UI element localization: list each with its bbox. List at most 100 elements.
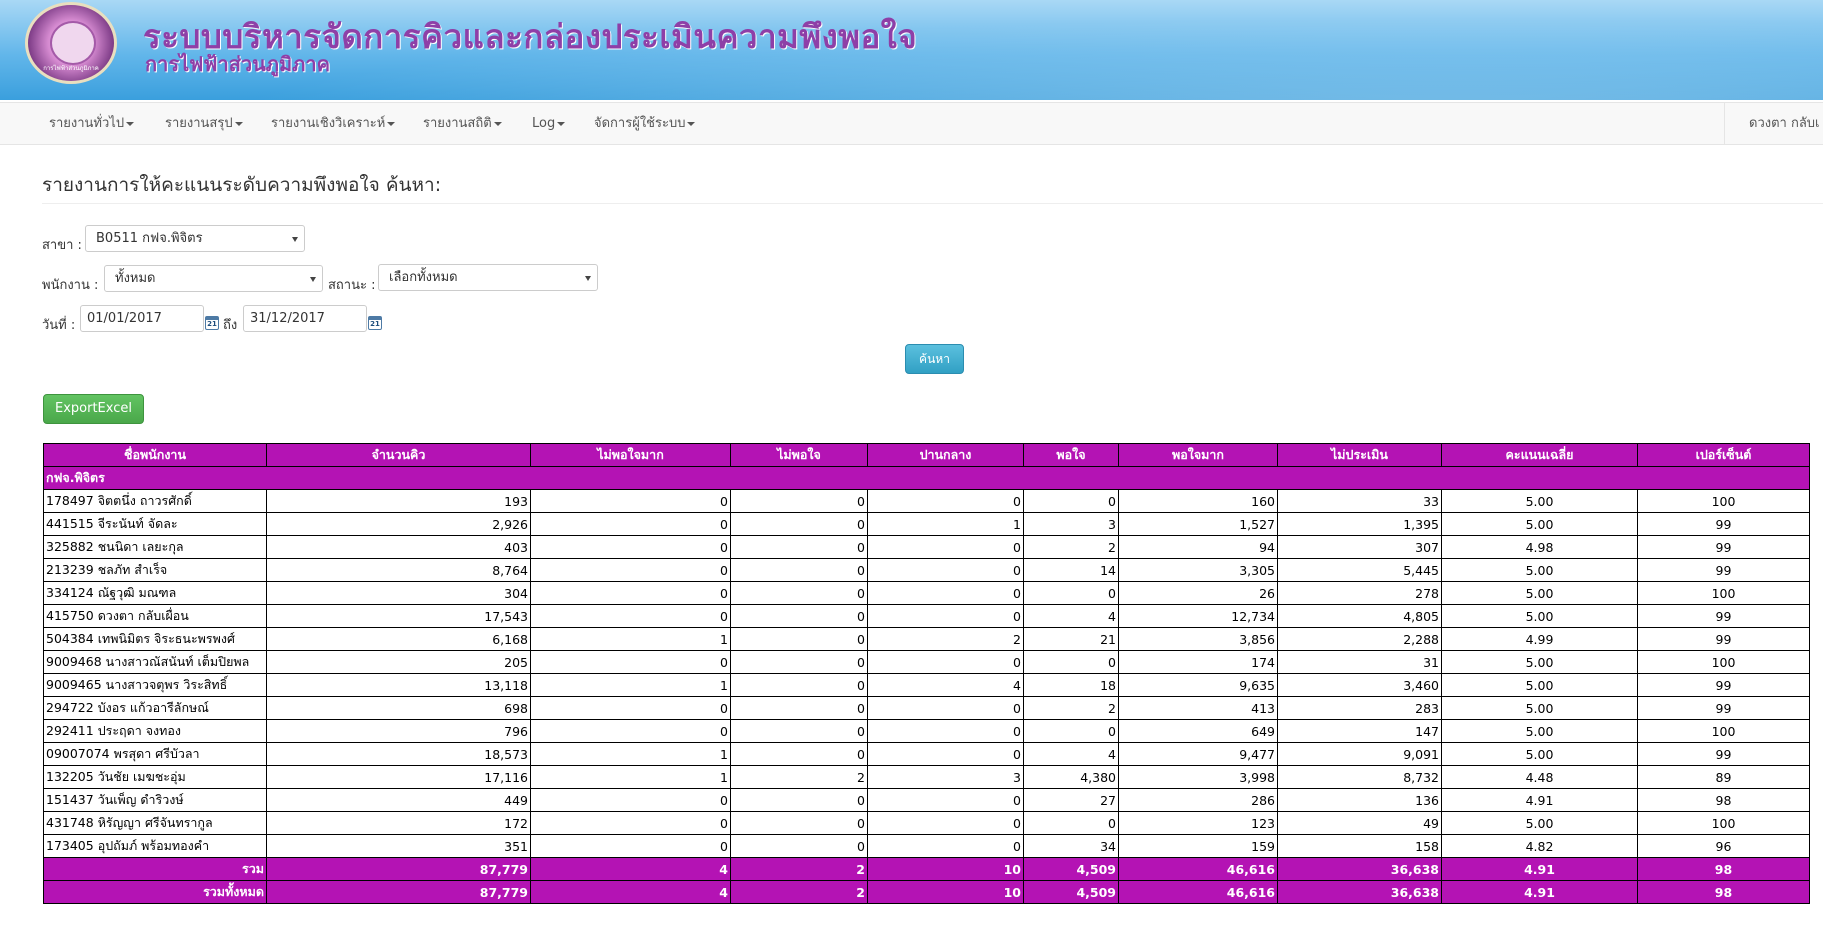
caret-down-icon: [493, 121, 502, 126]
table-cell: 0: [730, 558, 868, 582]
table-row: 334124 ณัฐวุฒิ มณฑล 304 0 0 0 0 26 278 5.00 100: [43, 581, 1810, 605]
table-cell: 3: [1023, 512, 1119, 536]
branch-select[interactable]: B0511 กฟจ.พิจิตร: [85, 225, 305, 252]
table-cell: 5.00: [1441, 512, 1638, 536]
table-cell: 0: [730, 489, 868, 513]
table-cell: 27: [1023, 788, 1119, 812]
table-cell: 0: [867, 719, 1024, 743]
table-cell: 0: [530, 834, 731, 858]
nav-summary-reports[interactable]: รายงานสรุป: [165, 103, 243, 144]
nav-general-reports[interactable]: รายงานทั่วไป: [49, 103, 135, 144]
app-subtitle: การไฟฟ้าส่วนภูมิภาค: [145, 52, 330, 76]
table-cell: 98: [1637, 880, 1810, 904]
table-cell: 94: [1118, 535, 1278, 559]
employee-name-cell: 09007074 พรสุดา ศรีบัวลา: [43, 742, 267, 766]
calendar-icon-day: 21: [370, 320, 380, 328]
nav-user-menu[interactable]: ดวงตา กลับเ: [1749, 103, 1820, 144]
table-cell: 9,635: [1118, 673, 1278, 697]
table-cell: 5.00: [1441, 696, 1638, 720]
table-cell: 0: [1023, 719, 1119, 743]
date-to-input[interactable]: 31/12/2017: [243, 305, 367, 332]
table-cell: 0: [1023, 489, 1119, 513]
table-cell: 99: [1637, 696, 1810, 720]
table-cell: 2: [730, 880, 868, 904]
employee-name-cell: 9009465 นางสาวจตุพร วิระสิทธิ์: [43, 673, 267, 697]
table-cell: 174: [1118, 650, 1278, 674]
caret-down-icon: [557, 121, 566, 126]
table-cell: 8,764: [266, 558, 531, 582]
page-title: รายงานการให้คะแนนระดับความพึงพอใจ ค้นหา:: [42, 174, 442, 196]
table-cell: 99: [1637, 627, 1810, 651]
table-cell: 4.91: [1441, 788, 1638, 812]
calendar-icon[interactable]: 21: [368, 316, 382, 330]
header-banner: การไฟฟ้าส่วนภูมิภาค ระบบบริหารจัดการคิวแ…: [0, 0, 1823, 100]
table-cell: 413: [1118, 696, 1278, 720]
caret-down-icon: [234, 121, 243, 126]
column-header: ชื่อพนักงาน: [43, 443, 267, 467]
search-button[interactable]: ค้นหา: [905, 344, 964, 374]
nav-label: Log: [532, 116, 556, 131]
table-cell: 205: [266, 650, 531, 674]
logo-text: การไฟฟ้าส่วนภูมิภาค: [43, 65, 99, 72]
nav-user-management[interactable]: จัดการผู้ใช้ระบบ: [594, 103, 696, 144]
table-cell: 96: [1637, 834, 1810, 858]
table-cell: 87,779: [266, 880, 531, 904]
status-select[interactable]: เลือกทั้งหมด: [378, 264, 598, 291]
table-cell: 10: [867, 857, 1024, 881]
table-cell: 0: [730, 581, 868, 605]
nav-label: รายงานทั่วไป: [49, 116, 125, 131]
nav-log[interactable]: Log: [532, 103, 566, 144]
table-cell: 2: [867, 627, 1024, 651]
table-cell: 0: [1023, 811, 1119, 835]
table-cell: 12,734: [1118, 604, 1278, 628]
calendar-icon[interactable]: 21: [205, 316, 219, 330]
table-cell: 1,527: [1118, 512, 1278, 536]
nav-analysis-reports[interactable]: รายงานเชิงวิเคราะห์: [271, 103, 396, 144]
caret-down-icon: [687, 121, 696, 126]
table-cell: 4.82: [1441, 834, 1638, 858]
nav-label: รายงานสถิติ: [423, 116, 492, 131]
table-cell: 36,638: [1277, 857, 1442, 881]
table-cell: 3: [867, 765, 1024, 789]
dropdown-arrow-icon: [310, 277, 316, 282]
employee-name-cell: 334124 ณัฐวุฒิ มณฑล: [43, 581, 267, 605]
table-cell: 4.48: [1441, 765, 1638, 789]
logo-emblem-icon: [50, 21, 96, 65]
employee-select[interactable]: ทั้งหมด: [104, 265, 323, 292]
table-cell: 0: [867, 742, 1024, 766]
table-cell: 1,395: [1277, 512, 1442, 536]
employee-name-cell: 504384 เทพนิมิตร จิระธนะพรพงศ์: [43, 627, 267, 651]
table-cell: 1: [867, 512, 1024, 536]
table-row: 441515 จีระนันท์ จัดละ 2,926 0 0 1 3 1,527 1,39…: [43, 512, 1810, 536]
table-cell: 0: [530, 581, 731, 605]
table-row: 09007074 พรสุดา ศรีบัวลา 18,573 1 0 0 4 9,477 9…: [43, 742, 1810, 766]
table-cell: 4,805: [1277, 604, 1442, 628]
date-from-input[interactable]: 01/01/2017: [80, 305, 204, 332]
table-cell: 1: [530, 627, 731, 651]
table-cell: 0: [730, 834, 868, 858]
table-cell: 403: [266, 535, 531, 559]
table-cell: 1: [530, 765, 731, 789]
table-cell: 1: [530, 742, 731, 766]
table-cell: 0: [530, 696, 731, 720]
nav-statistics-reports[interactable]: รายงานสถิติ: [423, 103, 502, 144]
employee-name-cell: 415750 ดวงตา กลับเผื่อน: [43, 604, 267, 628]
table-cell: 160: [1118, 489, 1278, 513]
table-row: 325882 ชนนิดา เลยะกุล 403 0 0 0 2 94 307 4.98 99: [43, 535, 1810, 559]
table-cell: 0: [867, 696, 1024, 720]
table-cell: 0: [730, 811, 868, 835]
dropdown-arrow-icon: [292, 237, 298, 242]
table-cell: 1: [530, 673, 731, 697]
table-cell: 0: [530, 512, 731, 536]
table-cell: 4: [530, 880, 731, 904]
table-row: 9009465 นางสาวจตุพร วิระสิทธิ์ 13,118 1 0 4 1…: [43, 673, 1810, 697]
table-cell: 5.00: [1441, 650, 1638, 674]
table-cell: 2: [1023, 535, 1119, 559]
table-cell: 4.99: [1441, 627, 1638, 651]
table-cell: 4.91: [1441, 857, 1638, 881]
column-header: ปานกลาง: [867, 443, 1024, 467]
table-cell: 283: [1277, 696, 1442, 720]
table-cell: 98: [1637, 857, 1810, 881]
table-cell: 34: [1023, 834, 1119, 858]
export-excel-button[interactable]: ExportExcel: [43, 394, 144, 424]
